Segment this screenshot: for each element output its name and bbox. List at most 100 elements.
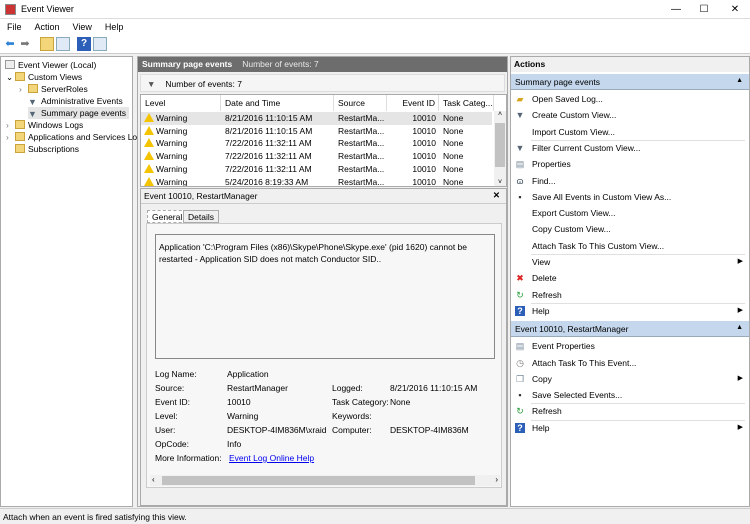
show-hide-action-pane-icon[interactable]: [93, 37, 107, 51]
close-button[interactable]: ✕: [720, 0, 750, 19]
action-create-custom-view[interactable]: ▼ Create Custom View...: [511, 107, 749, 123]
submenu-arrow-icon: ▶: [737, 423, 743, 431]
column-header-level[interactable]: Level: [141, 95, 221, 111]
cell: None: [443, 163, 463, 176]
expand-icon[interactable]: ›: [6, 131, 15, 143]
action-save-all-events-in-custom-view-as[interactable]: ▪ Save All Events in Custom View As...: [511, 189, 749, 205]
source-value: RestartManager: [227, 383, 288, 393]
cell-text: 8/21/2016 11:10:15 AM: [225, 113, 313, 123]
menu-view[interactable]: View: [66, 19, 98, 32]
cell: None: [443, 112, 463, 125]
help-icon[interactable]: ?: [77, 37, 91, 51]
close-icon[interactable]: ✕: [493, 190, 500, 201]
event-message[interactable]: Application 'C:\Program Files (x86)\Skyp…: [155, 234, 495, 359]
action-save-selected-events[interactable]: ▪ Save Selected Events...: [511, 387, 749, 403]
vertical-scrollbar[interactable]: ˄ ˅: [494, 111, 506, 186]
filter-icon: ▼: [28, 109, 37, 119]
action-label: Help: [532, 305, 550, 316]
action-properties[interactable]: ▤ Properties: [511, 156, 749, 172]
action-label: Open Saved Log...: [532, 94, 603, 104]
action-help[interactable]: ? Help ▶: [511, 303, 749, 319]
scroll-up-icon[interactable]: ˄: [494, 111, 506, 118]
save-icon: ▪: [518, 191, 522, 202]
tree-item-administrative-events[interactable]: ▼ Administrative Events: [28, 95, 123, 107]
submenu-arrow-icon: ▶: [737, 258, 743, 265]
action-view[interactable]: View ▶: [511, 254, 749, 270]
cell: 8/21/2016 11:10:15 AM: [225, 112, 312, 125]
action-find[interactable]: ɷ Find...: [511, 173, 749, 189]
forward-arrow-icon[interactable]: ➡: [18, 37, 32, 51]
action-help[interactable]: ? Help ▶: [511, 420, 749, 436]
cell-text: 5/24/2016 8:19:33 AM: [225, 176, 309, 187]
filter-icon: ▼: [28, 97, 37, 107]
action-label: Create Custom View...: [532, 110, 617, 121]
cell-text: 7/22/2016 11:32:11 AM: [225, 151, 312, 162]
menu-action[interactable]: Action: [28, 19, 66, 32]
expand-icon[interactable]: ›: [19, 83, 28, 95]
table-row[interactable]: Warning 5/24/2016 8:19:33 AM RestartMa... 1…: [141, 176, 492, 187]
action-import-custom-view[interactable]: Import Custom View...: [511, 124, 749, 140]
show-hide-tree-icon[interactable]: [56, 37, 70, 51]
cell-text: None: [443, 151, 464, 162]
action-delete[interactable]: ✖ Delete: [511, 270, 749, 286]
keywords-label: Keywords:: [332, 411, 372, 421]
table-row[interactable]: Warning 8/21/2016 11:10:15 AM RestartMa...…: [141, 112, 492, 125]
tab-general[interactable]: General: [147, 210, 188, 223]
action-copy[interactable]: ❐ Copy ▶: [511, 371, 749, 387]
column-header-task-category[interactable]: Task Categ...: [439, 95, 494, 111]
menu-file[interactable]: File: [0, 19, 28, 32]
horizontal-scrollbar[interactable]: ‹ ›: [150, 475, 500, 486]
scroll-down-icon[interactable]: ˅: [494, 179, 506, 186]
cell: None: [443, 150, 463, 163]
tree-item-summary-page-events[interactable]: ▼ Summary page events: [28, 107, 130, 119]
computer-value: DESKTOP-4IM836M: [390, 425, 469, 435]
table-row[interactable]: Warning 7/22/2016 11:32:11 AM RestartMa...…: [141, 150, 492, 163]
tree-item-windows-logs[interactable]: › Windows Logs: [6, 119, 83, 131]
actions-section-header[interactable]: Summary page events ▲: [511, 74, 749, 90]
event-log-online-help-link[interactable]: Event Log Online Help: [229, 453, 314, 463]
scroll-left-icon[interactable]: ‹: [152, 475, 155, 484]
action-attach-task-to-this-custom-view[interactable]: Attach Task To This Custom View...: [511, 238, 749, 254]
scroll-thumb[interactable]: [495, 123, 505, 167]
tree-item-applications-services[interactable]: › Applications and Services Lo: [6, 131, 137, 143]
collapse-icon[interactable]: ⌄: [6, 71, 15, 83]
action-label: Refresh: [532, 406, 562, 417]
action-event-properties[interactable]: ▤ Event Properties: [511, 338, 749, 354]
column-header-source[interactable]: Source: [334, 95, 387, 111]
action-refresh[interactable]: ↻ Refresh: [511, 403, 749, 419]
action-open-saved-log[interactable]: ▰ Open Saved Log...: [511, 91, 749, 107]
action-attach-task-to-this-event[interactable]: ◷ Attach Task To This Event...: [511, 355, 749, 371]
minimize-button[interactable]: —: [661, 0, 691, 19]
action-refresh[interactable]: ↻ Refresh: [511, 287, 749, 303]
table-row[interactable]: Warning 8/21/2016 11:10:15 AM RestartMa...…: [141, 125, 492, 138]
maximize-button[interactable]: ☐: [689, 0, 719, 19]
cell: 7/22/2016 11:32:11 AM: [225, 150, 312, 163]
tree-item-custom-views[interactable]: ⌄ Custom Views: [6, 71, 82, 83]
tree-item-event-viewer-local[interactable]: Event Viewer (Local): [5, 59, 96, 71]
table-row[interactable]: Warning 7/22/2016 11:32:11 AM RestartMa...…: [141, 163, 492, 176]
opcode-label: OpCode:: [155, 439, 190, 449]
column-header-date[interactable]: Date and Time: [221, 95, 334, 111]
action-copy-custom-view[interactable]: Copy Custom View...: [511, 221, 749, 237]
action-export-custom-view[interactable]: Export Custom View...: [511, 205, 749, 221]
window-title: Event Viewer: [21, 4, 74, 14]
expand-icon[interactable]: ›: [6, 119, 15, 131]
action-label: View: [532, 257, 551, 267]
tree-item-subscriptions[interactable]: Subscriptions: [15, 143, 79, 155]
scroll-thumb[interactable]: [162, 476, 475, 485]
column-header-event-id[interactable]: Event ID: [387, 95, 439, 111]
tree-item-serverroles[interactable]: › ServerRoles: [19, 83, 88, 95]
open-folder-icon[interactable]: [40, 37, 54, 51]
back-arrow-icon[interactable]: ⬅: [3, 37, 17, 51]
cell-text: RestartMa...: [338, 176, 385, 187]
table-row[interactable]: Warning 7/22/2016 11:32:11 AM RestartMa...…: [141, 137, 492, 150]
scroll-right-icon[interactable]: ›: [495, 475, 498, 484]
tab-details[interactable]: Details: [183, 210, 219, 223]
action-filter-current-custom-view[interactable]: ▼ Filter Current Custom View...: [511, 140, 749, 156]
menu-help[interactable]: Help: [98, 19, 130, 32]
collapse-icon[interactable]: ▲: [736, 324, 743, 331]
cell: Warning: [144, 150, 187, 163]
actions-section-header[interactable]: Event 10010, RestartManager ▲: [511, 321, 749, 338]
logged-value: 8/21/2016 11:10:15 AM: [390, 383, 478, 393]
collapse-icon[interactable]: ▲: [736, 77, 743, 84]
